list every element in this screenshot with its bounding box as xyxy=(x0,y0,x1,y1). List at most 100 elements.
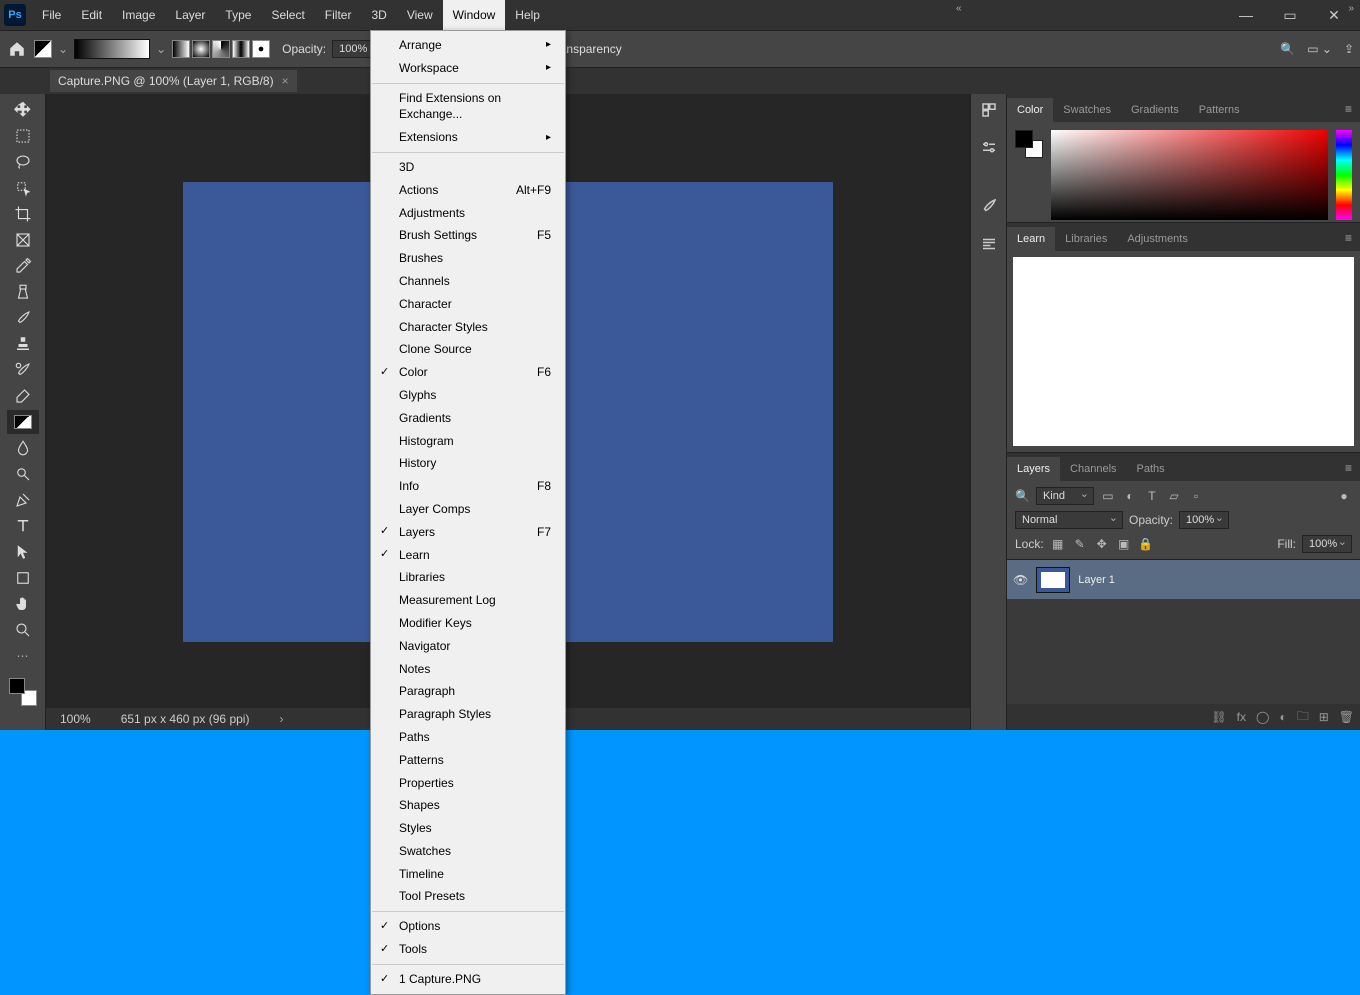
tab-layers[interactable]: Layers xyxy=(1007,457,1060,481)
marquee-tool[interactable] xyxy=(7,124,39,148)
layer-fx-icon[interactable]: fx xyxy=(1237,710,1246,724)
tab-color[interactable]: Color xyxy=(1007,98,1053,122)
doc-info[interactable]: 651 px x 460 px (96 ppi) xyxy=(121,712,250,726)
menu-item-tool-presets[interactable]: Tool Presets xyxy=(371,885,565,908)
delete-layer-icon[interactable]: 🗑 xyxy=(1339,710,1354,724)
menu-item-styles[interactable]: Styles xyxy=(371,817,565,840)
menu-item-paragraph-styles[interactable]: Paragraph Styles xyxy=(371,703,565,726)
filter-pixel-icon[interactable]: ▭ xyxy=(1100,489,1116,503)
menu-item-paragraph[interactable]: Paragraph xyxy=(371,680,565,703)
menu-item-color[interactable]: ColorF6 xyxy=(371,361,565,384)
filter-toggle-icon[interactable]: ● xyxy=(1336,489,1352,503)
layer-mask-icon[interactable]: ◯ xyxy=(1256,710,1269,724)
filter-kind-select[interactable]: Kind xyxy=(1036,487,1094,505)
menu-item-clone-source[interactable]: Clone Source xyxy=(371,338,565,361)
tab-adjustments[interactable]: Adjustments xyxy=(1117,227,1198,251)
hue-slider[interactable] xyxy=(1336,130,1352,220)
eraser-tool[interactable] xyxy=(7,384,39,408)
gradient-editor-swatch[interactable] xyxy=(74,39,150,59)
new-layer-icon[interactable]: ⊞ xyxy=(1319,710,1329,724)
group-icon[interactable]: 🗀 xyxy=(1297,707,1309,728)
panel-menu-icon[interactable]: ≡ xyxy=(1337,225,1360,251)
stamp-tool[interactable] xyxy=(7,332,39,356)
quick-select-tool[interactable] xyxy=(7,176,39,200)
menu-3d[interactable]: 3D xyxy=(361,0,396,30)
type-tool[interactable] xyxy=(7,514,39,538)
layer-opacity-value[interactable]: 100% xyxy=(1179,511,1229,529)
color-field[interactable] xyxy=(1051,130,1328,220)
menu-item-history[interactable]: History xyxy=(371,452,565,475)
dropdown-arrow-icon[interactable]: ⌄ xyxy=(156,42,166,56)
menu-window[interactable]: Window xyxy=(443,0,506,30)
menu-item-libraries[interactable]: Libraries xyxy=(371,566,565,589)
menu-item-gradients[interactable]: Gradients xyxy=(371,407,565,430)
menu-item-layer-comps[interactable]: Layer Comps xyxy=(371,498,565,521)
menu-item-layers[interactable]: LayersF7 xyxy=(371,521,565,544)
panel-menu-icon[interactable]: ≡ xyxy=(1337,455,1360,481)
menu-item-glyphs[interactable]: Glyphs xyxy=(371,384,565,407)
linear-gradient-icon[interactable] xyxy=(172,40,190,58)
angle-gradient-icon[interactable] xyxy=(212,40,230,58)
menu-type[interactable]: Type xyxy=(215,0,261,30)
properties-panel-icon[interactable] xyxy=(979,138,999,158)
history-panel-icon[interactable] xyxy=(979,100,999,120)
brush-tool[interactable] xyxy=(7,306,39,330)
menu-item-options[interactable]: Options xyxy=(371,915,565,938)
menu-item-adjustments[interactable]: Adjustments xyxy=(371,202,565,225)
menu-item-learn[interactable]: Learn xyxy=(371,544,565,567)
panel-menu-icon[interactable]: ≡ xyxy=(1337,96,1360,122)
menu-item-find-extensions-on-exchange-[interactable]: Find Extensions on Exchange... xyxy=(371,87,565,127)
tab-libraries[interactable]: Libraries xyxy=(1055,227,1117,251)
crop-tool[interactable] xyxy=(7,202,39,226)
pen-tool[interactable] xyxy=(7,488,39,512)
menu-image[interactable]: Image xyxy=(112,0,165,30)
eyedropper-tool[interactable] xyxy=(7,254,39,278)
hand-tool[interactable] xyxy=(7,592,39,616)
blend-mode-select[interactable]: Normal xyxy=(1015,511,1123,529)
zoom-level[interactable]: 100% xyxy=(60,712,91,726)
filter-shape-icon[interactable]: ▱ xyxy=(1166,489,1182,503)
learn-panel-body[interactable] xyxy=(1013,257,1354,446)
menu-edit[interactable]: Edit xyxy=(71,0,112,30)
menu-select[interactable]: Select xyxy=(261,0,314,30)
layer-name[interactable]: Layer 1 xyxy=(1078,574,1115,586)
menu-filter[interactable]: Filter xyxy=(315,0,362,30)
tab-paths[interactable]: Paths xyxy=(1127,457,1175,481)
menu-item-swatches[interactable]: Swatches xyxy=(371,840,565,863)
menu-item-arrange[interactable]: Arrange▸ xyxy=(371,34,565,57)
paragraph-panel-icon[interactable] xyxy=(979,234,999,254)
filter-type-icon[interactable]: T xyxy=(1144,489,1160,503)
blur-tool[interactable] xyxy=(7,436,39,460)
maximize-button[interactable]: ▭ xyxy=(1268,2,1312,28)
menu-item-shapes[interactable]: Shapes xyxy=(371,794,565,817)
dodge-tool[interactable] xyxy=(7,462,39,486)
home-icon[interactable] xyxy=(6,38,28,60)
menu-help[interactable]: Help xyxy=(505,0,550,30)
menu-item-character[interactable]: Character xyxy=(371,293,565,316)
lock-pixels-icon[interactable]: ▦ xyxy=(1050,537,1066,551)
close-tab-icon[interactable]: × xyxy=(282,74,289,88)
lock-position-icon[interactable]: ✥ xyxy=(1094,537,1110,551)
menu-item-timeline[interactable]: Timeline xyxy=(371,863,565,886)
menu-item-actions[interactable]: ActionsAlt+F9 xyxy=(371,179,565,202)
frame-tool[interactable] xyxy=(7,228,39,252)
radial-gradient-icon[interactable] xyxy=(192,40,210,58)
diamond-gradient-icon[interactable] xyxy=(252,40,270,58)
lock-artboard-icon[interactable]: ▣ xyxy=(1116,537,1132,551)
minimize-button[interactable]: — xyxy=(1224,2,1268,28)
menu-item-modifier-keys[interactable]: Modifier Keys xyxy=(371,612,565,635)
tab-learn[interactable]: Learn xyxy=(1007,227,1055,251)
tab-channels[interactable]: Channels xyxy=(1060,457,1126,481)
color-fgbg-swatch[interactable] xyxy=(1015,130,1043,158)
menu-item-paths[interactable]: Paths xyxy=(371,726,565,749)
shape-tool[interactable] xyxy=(7,566,39,590)
menu-item-brush-settings[interactable]: Brush SettingsF5 xyxy=(371,224,565,247)
edit-toolbar-icon[interactable]: ⋯ xyxy=(7,644,39,668)
visibility-icon[interactable]: 👁 xyxy=(1013,573,1028,587)
layer-fill-value[interactable]: 100% xyxy=(1302,535,1352,553)
workspace-icon[interactable]: ▭ ⌄ xyxy=(1307,42,1332,56)
menu-item-extensions[interactable]: Extensions▸ xyxy=(371,126,565,149)
dropdown-arrow-icon[interactable]: ⌄ xyxy=(58,42,68,56)
color-swatches[interactable] xyxy=(9,678,37,706)
menu-item-navigator[interactable]: Navigator xyxy=(371,635,565,658)
